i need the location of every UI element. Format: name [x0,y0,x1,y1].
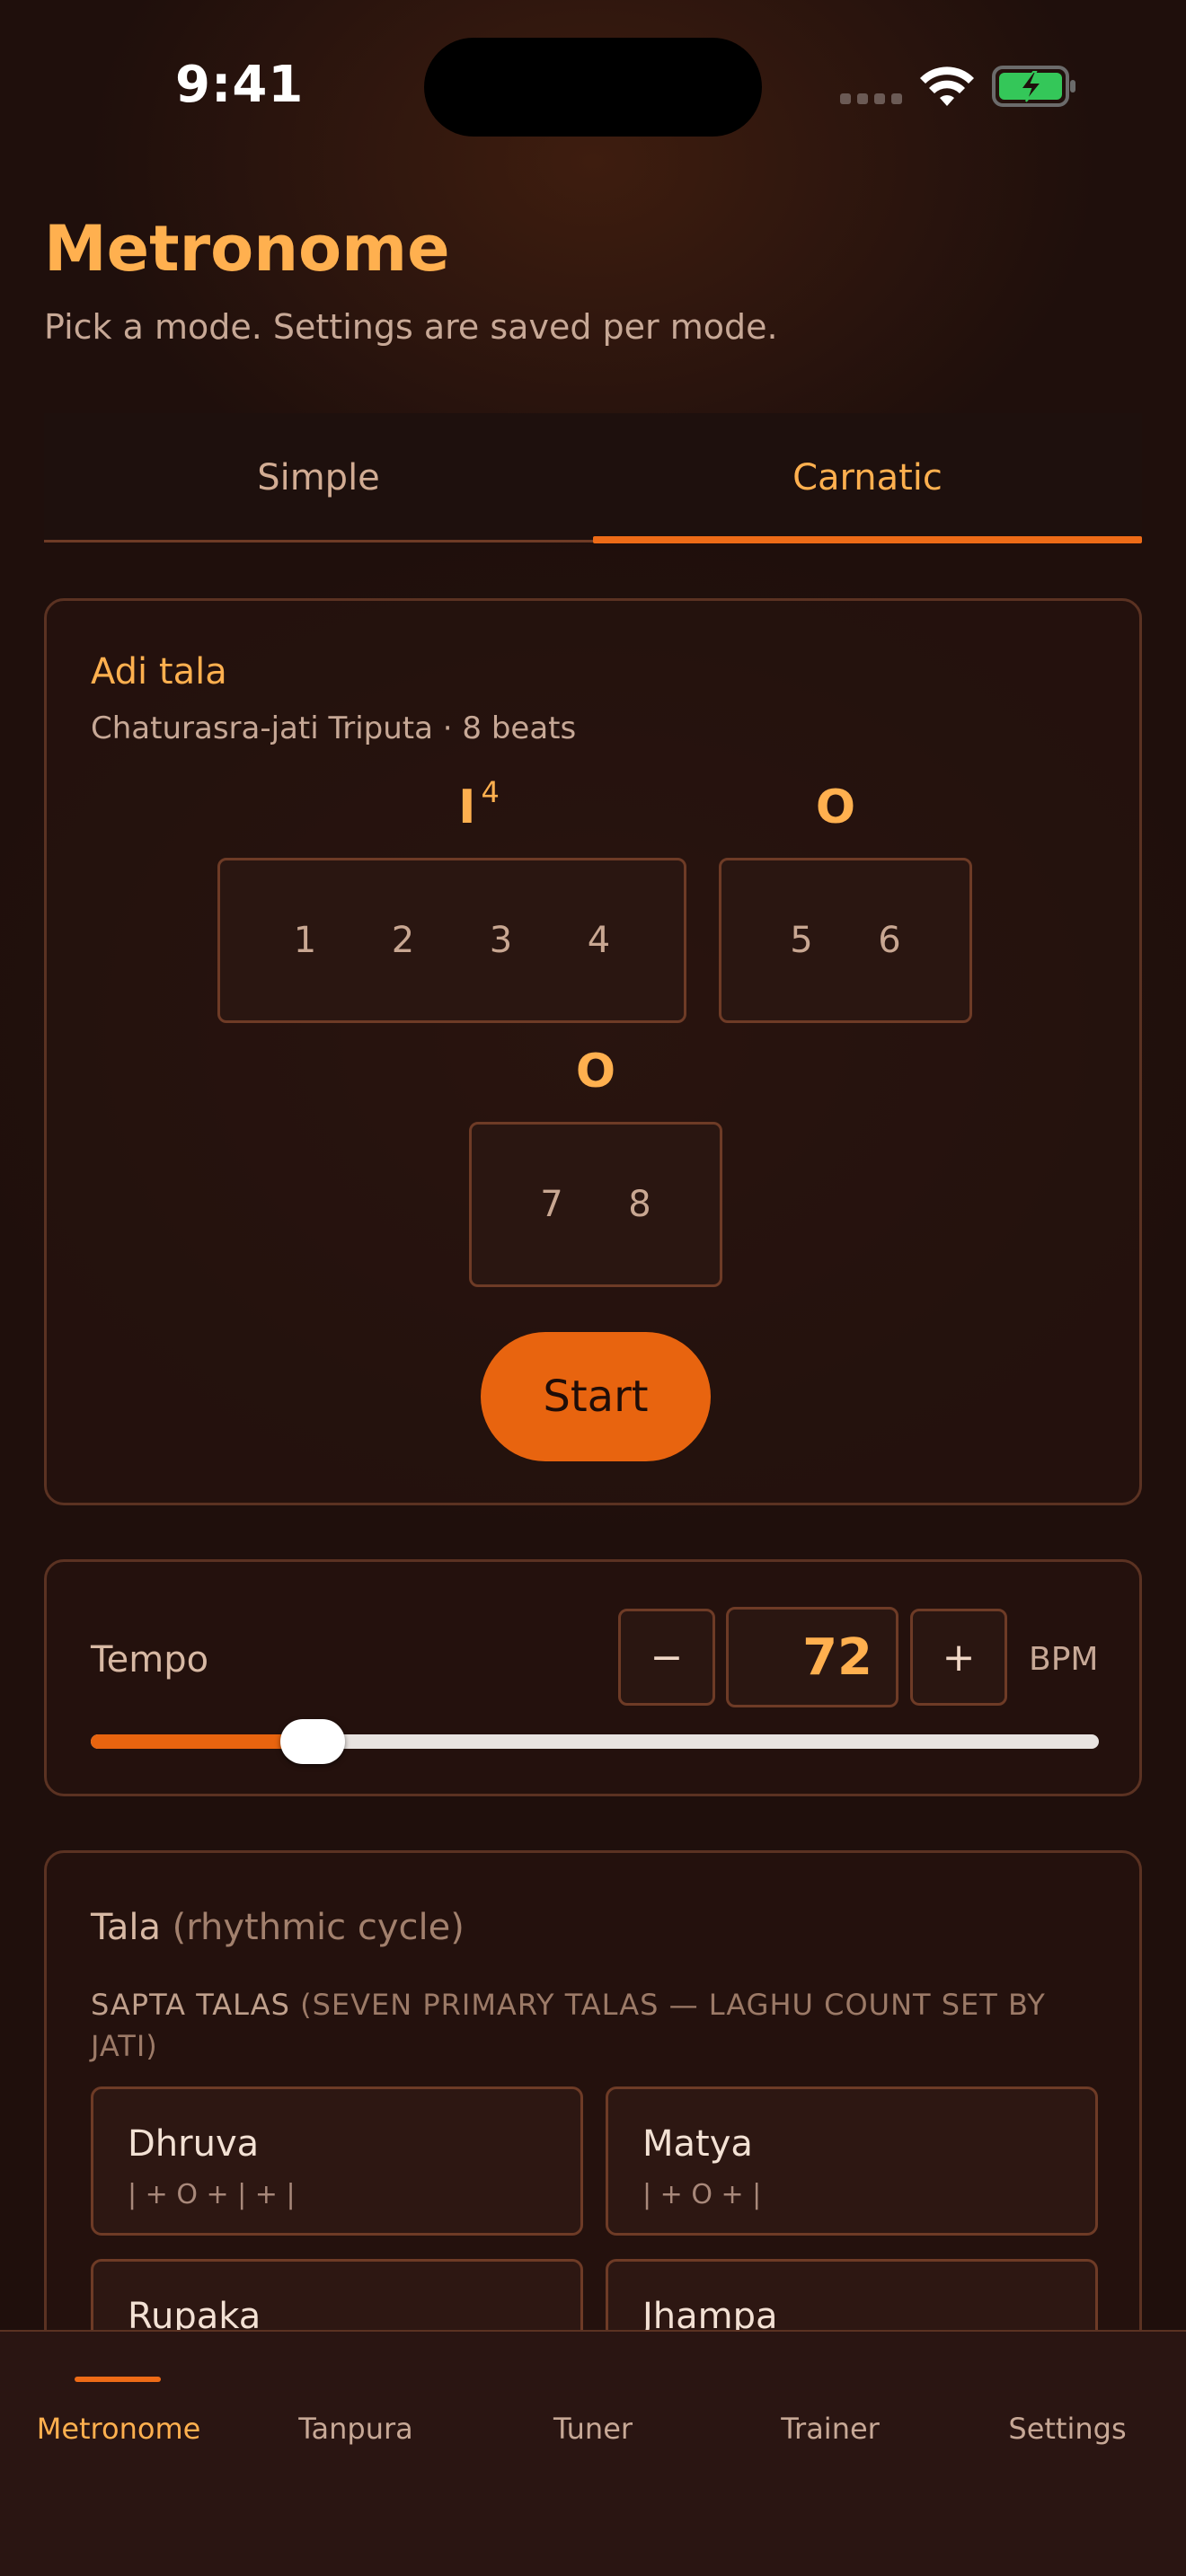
wifi-icon [920,66,974,106]
tala-description: Chaturasra-jati Triputa · 8 beats [91,710,577,746]
tala-option-dhruva[interactable]: Dhruva | + O + | + | [91,2086,583,2236]
nav-tanpura[interactable]: Tanpura [237,2332,474,2511]
start-button[interactable]: Start [481,1332,711,1461]
dynamic-island [424,38,762,137]
page-subtitle: Pick a mode. Settings are saved per mode… [44,307,778,347]
beat-6: 6 [878,920,901,961]
nav-metronome[interactable]: Metronome [0,2332,237,2511]
nav-trainer-label: Trainer [781,2412,880,2446]
beat-5: 5 [790,920,813,961]
tala-visualizer-card: Adi tala Chaturasra-jati Triputa · 8 bea… [44,598,1142,1505]
bottom-tab-bar: Metronome Tanpura Tuner Trainer Settings [0,2330,1186,2576]
bpm-unit-label: BPM [1029,1641,1099,1678]
beat-1: 1 [293,920,317,961]
nav-settings-label: Settings [1008,2412,1127,2446]
nav-metronome-label: Metronome [36,2412,201,2446]
drutam-symbol: O [575,1045,616,1098]
tala-option-name: Matya [642,2123,753,2165]
beat-4: 4 [587,920,611,961]
tempo-slider[interactable] [91,1719,1099,1764]
anga-drutam-2-beats: 7 8 [469,1122,722,1287]
tala-picker-title: Tala (rhythmic cycle) [91,1907,465,1948]
tala-picker-title-note: (rhythmic cycle) [172,1907,465,1948]
page-title: Metronome [44,212,450,286]
beat-8: 8 [628,1184,651,1225]
battery-charging-icon [992,66,1075,107]
tala-option-pattern: | + O + | + | [128,2179,296,2210]
tala-option-pattern: | + O + | [642,2179,762,2210]
tempo-label: Tempo [91,1639,209,1681]
active-tab-indicator [593,536,1142,543]
beat-2: 2 [391,920,415,961]
laghu-count: 4 [481,775,500,809]
cellular-signal-icon [840,93,903,106]
tempo-slider-fill [91,1734,313,1749]
beat-3: 3 [489,920,513,961]
tala-option-matya[interactable]: Matya | + O + | [606,2086,1098,2236]
tala-option-name: Dhruva [128,2123,260,2165]
tempo-slider-thumb[interactable] [279,1719,345,1764]
nav-settings[interactable]: Settings [949,2332,1186,2511]
tab-carnatic[interactable]: Carnatic [593,413,1142,543]
laghu-symbol: I4 [422,775,530,834]
nav-tuner[interactable]: Tuner [474,2332,712,2511]
tala-picker-title-text: Tala [91,1907,161,1948]
nav-trainer[interactable]: Trainer [712,2332,949,2511]
anga-laghu-beats: 1 2 3 4 [217,858,686,1023]
tempo-increment-button[interactable]: + [910,1609,1007,1706]
status-time: 9:41 [175,56,305,114]
tempo-decrement-button[interactable]: − [618,1609,715,1706]
nav-tuner-label: Tuner [553,2412,633,2446]
sapta-talas-label: SAPTA TALAS [91,1988,290,2022]
sapta-talas-heading: SAPTA TALAS (SEVEN PRIMARY TALAS — LAGHU… [91,1984,1106,2067]
laghu-mark: I [458,781,476,834]
tala-name: Adi tala [91,651,227,693]
anga-drutam-1-beats: 5 6 [719,858,972,1023]
nav-active-indicator [75,2377,161,2382]
nav-tanpura-label: Tanpura [298,2412,413,2446]
drutam-symbol: O [815,781,856,834]
beat-7: 7 [540,1184,563,1225]
tab-simple[interactable]: Simple [44,413,593,543]
tempo-card: Tempo − 72 + BPM [44,1559,1142,1796]
bpm-value-field[interactable]: 72 [726,1607,898,1707]
mode-tabs: Simple Carnatic [44,413,1142,543]
